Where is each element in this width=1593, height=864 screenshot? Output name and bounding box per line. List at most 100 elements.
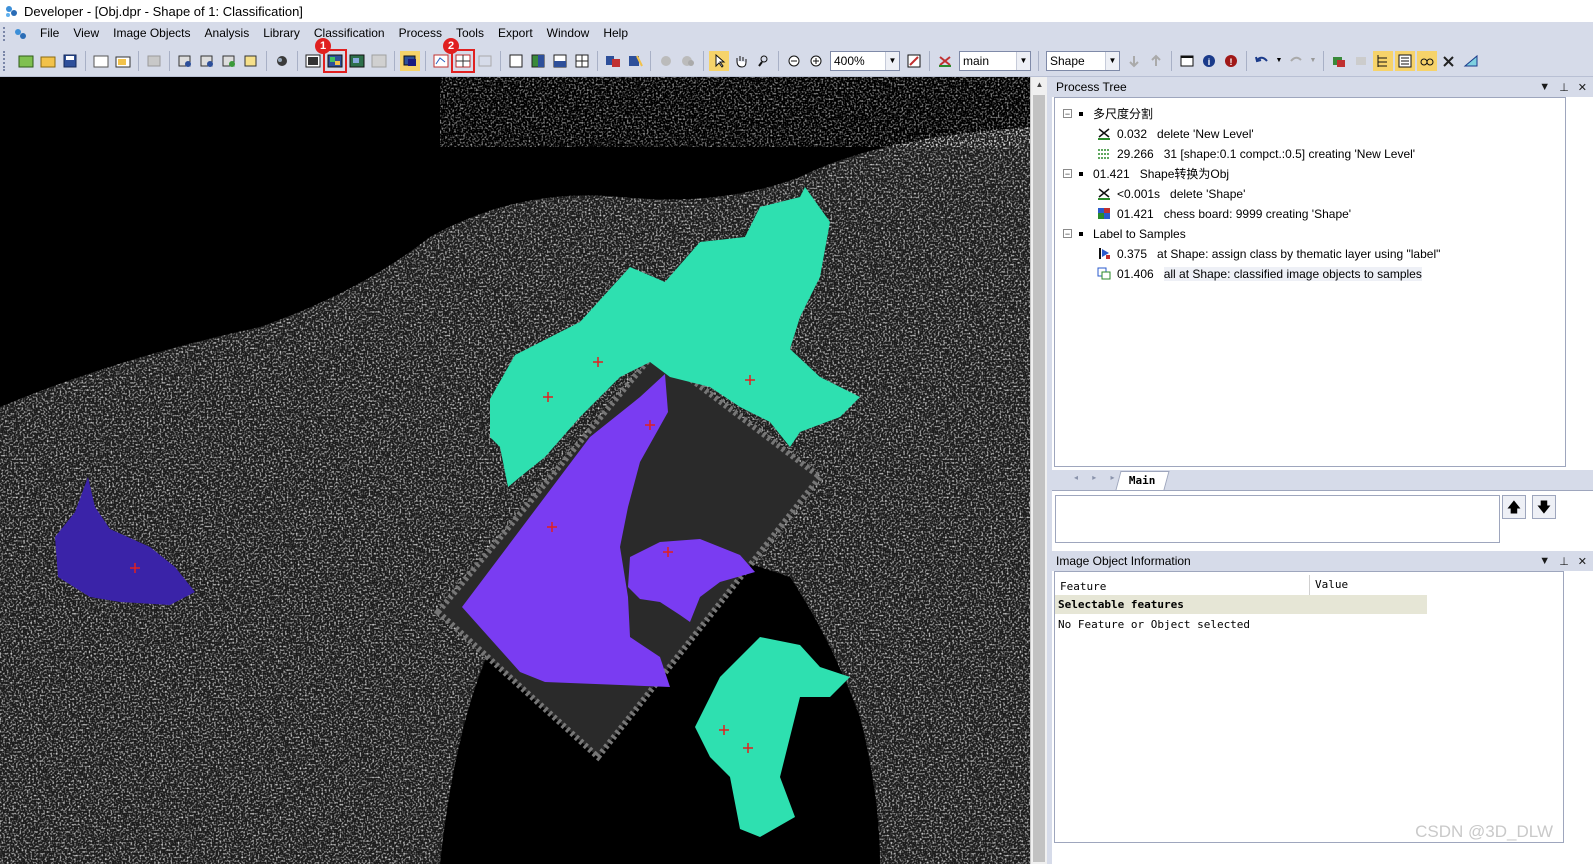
- feature-view-button[interactable]: !: [1221, 51, 1241, 71]
- app-menu-icon[interactable]: [13, 27, 27, 41]
- sample-editor-button[interactable]: [1417, 50, 1437, 71]
- view-mode-button-4[interactable]: [369, 51, 389, 71]
- layer-button-2[interactable]: [197, 51, 217, 71]
- pin-icon[interactable]: ⊥: [1559, 555, 1569, 568]
- tab-main[interactable]: Main: [1115, 471, 1170, 490]
- layer-button-3[interactable]: [219, 51, 239, 71]
- tree-row-delete-new-level[interactable]: 0.032 delete 'New Level': [1097, 124, 1254, 143]
- menu-analysis[interactable]: Analysis: [198, 22, 257, 45]
- toolbar-grip[interactable]: [3, 50, 11, 71]
- tree-row-shape-to-obj[interactable]: − 01.421 Shape转换为Obj: [1063, 164, 1229, 183]
- open-project-button[interactable]: [38, 51, 58, 71]
- zoom-to-window-button[interactable]: [904, 51, 924, 71]
- collapse-icon[interactable]: −: [1063, 229, 1072, 239]
- zoom-out-button[interactable]: [784, 51, 804, 71]
- image-view-scrollbar[interactable]: ▲: [1030, 77, 1048, 864]
- split-horizontal-button[interactable]: [550, 51, 570, 71]
- window-button[interactable]: [1177, 51, 1197, 71]
- tree-row-multiresolution[interactable]: 29.266 31 [shape:0.1 compct.:0.5] creati…: [1097, 144, 1415, 163]
- level-up-button[interactable]: [1146, 51, 1166, 71]
- close-icon[interactable]: ✕: [1578, 81, 1587, 94]
- tab-nav-arrows-icon[interactable]: ◂ ▸ ▸: [1074, 473, 1121, 482]
- disabled-view-button[interactable]: [475, 51, 495, 71]
- menu-help[interactable]: Help: [596, 22, 635, 45]
- tree-row-label-to-samples[interactable]: − Label to Samples: [1063, 224, 1186, 243]
- zoom-area-button[interactable]: [753, 51, 773, 71]
- save-button[interactable]: [60, 51, 80, 71]
- disabled-tool-button-2[interactable]: [678, 51, 698, 71]
- image-view[interactable]: [0, 77, 1030, 864]
- show-outlines-button[interactable]: [431, 51, 451, 71]
- move-down-button[interactable]: 🡇: [1532, 495, 1556, 519]
- collapse-icon[interactable]: −: [1063, 109, 1072, 119]
- selectable-features-group[interactable]: Selectable features: [1055, 595, 1427, 614]
- side-by-side-button[interactable]: [603, 51, 623, 71]
- object-info-button[interactable]: i: [1199, 51, 1219, 71]
- process-tree-button[interactable]: [1373, 50, 1393, 71]
- tree-row-classified-to-samples[interactable]: 01.406 all at Shape: classified image ob…: [1097, 264, 1422, 283]
- delete-level-button[interactable]: [935, 51, 955, 71]
- disabled-button[interactable]: [144, 51, 164, 71]
- column-value[interactable]: Value: [1309, 575, 1348, 595]
- tools-button[interactable]: [1439, 51, 1459, 71]
- process-combo[interactable]: main ▼: [959, 50, 1031, 71]
- split-quad-button[interactable]: [572, 51, 592, 71]
- measure-button[interactable]: [1461, 51, 1481, 71]
- class-hierarchy-button[interactable]: [1395, 50, 1415, 71]
- swipe-view-button[interactable]: [625, 51, 645, 71]
- globe-button[interactable]: [272, 51, 292, 71]
- tree-row-assign-class[interactable]: 0.375 at Shape: assign class by thematic…: [1097, 244, 1440, 263]
- redo-dropdown[interactable]: ▼: [1308, 51, 1318, 71]
- manage-layers-button[interactable]: [1329, 51, 1349, 71]
- process-edit-box[interactable]: [1055, 495, 1500, 543]
- chevron-down-icon[interactable]: ▼: [1016, 51, 1030, 70]
- scrollbar-thumb[interactable]: [1033, 95, 1045, 862]
- column-feature[interactable]: Feature: [1060, 580, 1106, 593]
- menu-file[interactable]: File: [33, 22, 66, 45]
- menu-library[interactable]: Library: [256, 22, 307, 45]
- select-tool-button[interactable]: [709, 50, 729, 71]
- pan-tool-button[interactable]: [731, 51, 751, 71]
- undo-button[interactable]: [1252, 51, 1272, 71]
- layer-button-4[interactable]: [241, 51, 261, 71]
- level-down-button[interactable]: [1124, 51, 1144, 71]
- scroll-up-icon[interactable]: ▲: [1031, 77, 1048, 93]
- undo-dropdown[interactable]: ▼: [1274, 51, 1284, 71]
- disabled-edit-button[interactable]: [1351, 51, 1371, 71]
- menubar-grip[interactable]: [3, 26, 11, 41]
- menu-view[interactable]: View: [66, 22, 106, 45]
- pin-icon[interactable]: ⊥: [1559, 81, 1569, 94]
- new-workspace-button[interactable]: [91, 51, 111, 71]
- tree-row-chess-board[interactable]: 01.421 chess board: 9999 creating 'Shape…: [1097, 204, 1351, 223]
- move-up-button[interactable]: 🡅: [1502, 495, 1526, 519]
- image-object-info-table[interactable]: Feature Value Selectable features No Fea…: [1054, 571, 1564, 843]
- menu-window[interactable]: Window: [540, 22, 597, 45]
- chevron-down-icon[interactable]: ▼: [885, 51, 899, 70]
- view-mode-button-3[interactable]: [347, 51, 367, 71]
- view-classification-button[interactable]: 1: [315, 37, 347, 73]
- close-icon[interactable]: ✕: [1578, 555, 1587, 568]
- tree-row-segmentation[interactable]: − 多尺度分割: [1063, 104, 1153, 123]
- show-polygons-button[interactable]: 2: [443, 37, 475, 73]
- tree-row-delete-shape[interactable]: <0.001s delete 'Shape': [1097, 184, 1245, 203]
- view-mode-button-1[interactable]: [303, 51, 323, 71]
- classification-image[interactable]: [0, 77, 1030, 864]
- panel-menu-icon[interactable]: ▼: [1539, 555, 1550, 568]
- layer-button-1[interactable]: [175, 51, 195, 71]
- new-project-button[interactable]: [16, 51, 36, 71]
- split-view-button[interactable]: [528, 51, 548, 71]
- single-view-button[interactable]: [506, 51, 526, 71]
- disabled-tool-button-1[interactable]: [656, 51, 676, 71]
- zoom-in-button[interactable]: [806, 51, 826, 71]
- open-workspace-button[interactable]: [113, 51, 133, 71]
- process-tree[interactable]: − 多尺度分割 0.032 delete 'New Level' 29.266 …: [1054, 97, 1566, 467]
- collapse-icon[interactable]: −: [1063, 169, 1072, 179]
- chevron-down-icon[interactable]: ▼: [1105, 51, 1119, 70]
- menu-export[interactable]: Export: [491, 22, 540, 45]
- pan-overview-button[interactable]: [400, 50, 420, 71]
- redo-button[interactable]: [1286, 51, 1306, 71]
- menu-process[interactable]: Process: [392, 22, 449, 45]
- panel-menu-icon[interactable]: ▼: [1539, 81, 1550, 94]
- zoom-combo[interactable]: 400% ▼: [830, 50, 900, 71]
- menu-image-objects[interactable]: Image Objects: [106, 22, 197, 45]
